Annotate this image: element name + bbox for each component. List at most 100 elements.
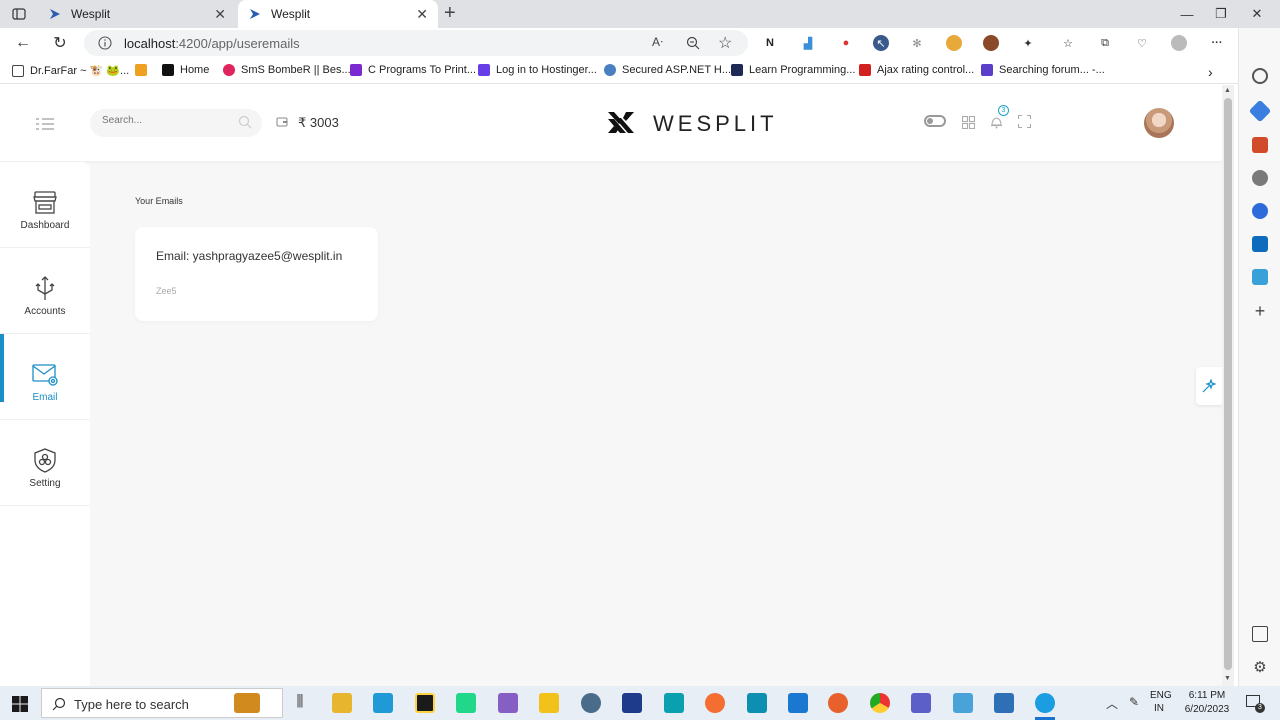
url-text[interactable]: localhost:4200/app/useremails bbox=[124, 36, 300, 51]
bookmark-item[interactable]: SmS BombeR || Bes... bbox=[223, 64, 351, 76]
sidebar-item-email[interactable]: Email bbox=[0, 334, 90, 420]
browser-essentials-icon[interactable]: ♡ bbox=[1134, 35, 1150, 51]
firefox-icon[interactable] bbox=[828, 693, 848, 713]
search-box[interactable] bbox=[90, 109, 262, 137]
info-icon[interactable] bbox=[98, 36, 112, 50]
bookmark-item[interactable] bbox=[135, 64, 153, 76]
tab-active[interactable]: Wesplit ✕ bbox=[238, 0, 438, 28]
wesplit-logo-icon[interactable] bbox=[606, 109, 636, 139]
theme-toggle[interactable] bbox=[924, 115, 946, 127]
language-indicator[interactable]: ENG IN bbox=[1150, 689, 1172, 715]
tab-inactive[interactable]: Wesplit ✕ bbox=[38, 0, 236, 28]
photos-icon[interactable] bbox=[994, 693, 1014, 713]
visual-studio-icon[interactable] bbox=[498, 693, 518, 713]
app-network-icon[interactable] bbox=[539, 693, 559, 713]
vscode-insiders-icon[interactable] bbox=[747, 693, 767, 713]
apps-grid-icon[interactable] bbox=[962, 116, 975, 129]
extension-n-icon[interactable]: N bbox=[762, 35, 778, 51]
search-icon[interactable] bbox=[238, 115, 252, 129]
search-icon[interactable] bbox=[1252, 68, 1268, 84]
bookmark-learn-icon bbox=[731, 64, 743, 76]
bookmark-item[interactable]: Ajax rating control... bbox=[859, 64, 974, 76]
sidebar-settings-gear-icon[interactable]: ⚙ bbox=[1252, 660, 1268, 676]
bookmark-item[interactable]: Searching forum... -... bbox=[981, 64, 1105, 76]
profile-icon[interactable] bbox=[1171, 35, 1187, 51]
notification-count-badge: 3 bbox=[998, 105, 1009, 116]
postman-icon[interactable] bbox=[705, 693, 725, 713]
scroll-up-icon[interactable]: ▲ bbox=[1224, 87, 1231, 94]
bookmark-item[interactable]: C Programs To Print... bbox=[350, 64, 476, 76]
app-bolt-icon[interactable] bbox=[664, 693, 684, 713]
extension-record-icon[interactable]: ● bbox=[838, 35, 854, 51]
bookmark-item[interactable]: Dr.FarFar ~ 🐮 🐸... bbox=[12, 64, 129, 77]
read-aloud-icon[interactable]: Aᐧ bbox=[652, 35, 663, 49]
bookmark-item[interactable]: Learn Programming... bbox=[731, 64, 855, 76]
extension-chart-icon[interactable]: ▟ bbox=[800, 35, 816, 51]
bookmark-item[interactable]: Home bbox=[162, 64, 209, 76]
email-card[interactable]: Email: yashpragyazee5@wesplit.in Zee5 bbox=[135, 227, 378, 321]
menu-toggle-icon[interactable] bbox=[36, 118, 54, 130]
teams-icon[interactable] bbox=[911, 693, 931, 713]
chrome-icon[interactable] bbox=[870, 693, 890, 713]
close-tab-icon[interactable]: ✕ bbox=[214, 6, 226, 23]
zoom-icon[interactable] bbox=[686, 36, 700, 50]
favorite-star-icon[interactable]: ☆ bbox=[718, 33, 732, 53]
shopping-tag-icon[interactable] bbox=[1248, 99, 1272, 123]
extension-cookie-icon[interactable] bbox=[946, 35, 962, 51]
user-avatar[interactable] bbox=[1144, 108, 1174, 138]
wesplit-favicon-icon bbox=[250, 9, 260, 19]
scroll-down-icon[interactable]: ▼ bbox=[1224, 675, 1231, 682]
microsoft-365-icon[interactable] bbox=[1252, 203, 1268, 219]
extension-gear-icon[interactable]: ✻ bbox=[909, 35, 925, 51]
task-view-icon[interactable]: ⫼ bbox=[290, 693, 310, 713]
windows-start-icon[interactable] bbox=[12, 696, 28, 712]
favorites-icon[interactable]: ☆ bbox=[1060, 35, 1076, 51]
sql-server-icon[interactable] bbox=[622, 693, 642, 713]
tools-briefcase-icon[interactable] bbox=[1252, 137, 1268, 153]
scrollbar-thumb[interactable] bbox=[1224, 98, 1232, 670]
search-input[interactable] bbox=[102, 115, 232, 126]
app-snipping-icon[interactable] bbox=[373, 693, 393, 713]
close-tab-icon[interactable]: ✕ bbox=[416, 6, 428, 23]
customizer-button[interactable] bbox=[1196, 367, 1222, 405]
refresh-icon[interactable]: ↻ bbox=[48, 31, 72, 55]
bookmark-item[interactable]: Secured ASP.NET H... bbox=[604, 64, 731, 76]
app-drive-icon[interactable] bbox=[953, 693, 973, 713]
back-icon[interactable]: ← bbox=[11, 31, 35, 55]
notification-bell-icon[interactable] bbox=[990, 115, 1003, 129]
tab-actions-icon[interactable] bbox=[0, 0, 38, 28]
edge-icon[interactable] bbox=[1035, 693, 1055, 713]
drop-icon[interactable] bbox=[1252, 269, 1268, 285]
page-scrollbar[interactable]: ▲ ▼ bbox=[1222, 85, 1234, 686]
extension-cursor-icon[interactable]: ↖ bbox=[873, 35, 889, 51]
pen-icon[interactable]: ✎ bbox=[1129, 695, 1139, 709]
games-icon[interactable] bbox=[1252, 170, 1268, 186]
app-globe-icon[interactable] bbox=[581, 693, 601, 713]
vscode-icon[interactable] bbox=[788, 693, 808, 713]
sidebar-item-dashboard[interactable]: Dashboard bbox=[0, 162, 90, 248]
hide-sidebar-icon[interactable] bbox=[1252, 626, 1268, 642]
more-menu-icon[interactable]: ··· bbox=[1209, 35, 1225, 51]
new-tab-icon[interactable]: + bbox=[444, 2, 456, 24]
bookmarks-overflow-chevron-icon[interactable]: › bbox=[1208, 64, 1213, 80]
outlook-icon[interactable] bbox=[1252, 236, 1268, 252]
address-bar[interactable]: localhost:4200/app/useremails Aᐧ ☆ bbox=[84, 30, 748, 56]
collections-icon[interactable]: ⧉ bbox=[1097, 35, 1113, 51]
fullscreen-icon[interactable] bbox=[1018, 115, 1031, 128]
system-clock[interactable]: 6:11 PM 6/20/2023 bbox=[1180, 689, 1234, 717]
extensions-puzzle-icon[interactable]: ✦ bbox=[1020, 35, 1036, 51]
taskbar-search[interactable]: Type here to search bbox=[41, 688, 283, 718]
tray-chevron-up-icon[interactable]: ︿ bbox=[1106, 695, 1118, 712]
pycharm-icon[interactable] bbox=[456, 693, 476, 713]
bookmark-item[interactable]: Log in to Hostinger... bbox=[478, 64, 597, 76]
sidebar-item-label: Setting bbox=[29, 478, 61, 489]
sidebar-item-setting[interactable]: Setting bbox=[0, 420, 90, 506]
add-sidebar-app-icon[interactable]: + bbox=[1252, 302, 1268, 320]
sidebar-item-accounts[interactable]: Accounts bbox=[0, 248, 90, 334]
hostinger-icon bbox=[478, 64, 490, 76]
extension-cookie-dark-icon[interactable] bbox=[983, 35, 999, 51]
close-window-icon[interactable]: ✕ bbox=[1234, 0, 1280, 28]
browser-tab-strip: Wesplit ✕ Wesplit ✕ + — ❐ ✕ bbox=[0, 0, 1280, 28]
file-explorer-icon[interactable] bbox=[332, 693, 352, 713]
webstorm-icon[interactable] bbox=[415, 693, 435, 713]
